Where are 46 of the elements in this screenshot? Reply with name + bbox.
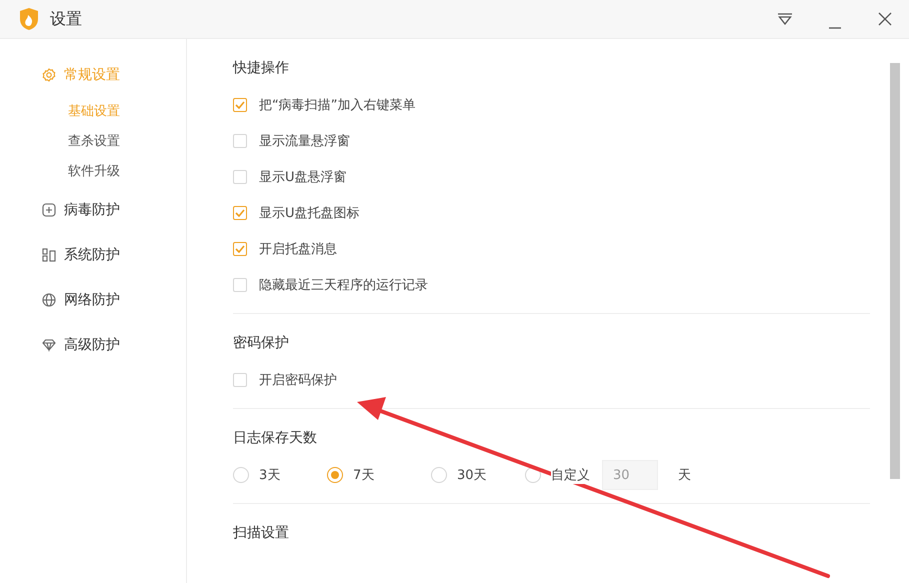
close-icon	[878, 12, 892, 26]
checkbox[interactable]	[233, 98, 247, 112]
section-heading: 扫描设置	[233, 524, 290, 542]
checkbox[interactable]	[233, 206, 247, 220]
checkbox[interactable]	[233, 134, 247, 148]
sidebar-item-label: 网络防护	[64, 291, 120, 309]
radio-label: 自定义	[551, 466, 590, 484]
checkbox-label: 显示流量悬浮窗	[259, 133, 350, 150]
checkbox-label: 显示U盘托盘图标	[259, 205, 360, 222]
checkbox-label: 开启托盘消息	[259, 241, 337, 258]
sidebar-item[interactable]: 系统防护	[0, 241, 186, 269]
scrollbar-thumb[interactable]	[890, 63, 900, 479]
radio-button[interactable]	[233, 467, 249, 483]
checkbox-label: 隐藏最近三天程序的运行记录	[259, 277, 428, 294]
sidebar-item-label: 系统防护	[64, 246, 120, 264]
blocks-icon	[42, 248, 56, 262]
sidebar-subitem[interactable]: 软件升级	[0, 160, 186, 184]
sidebar-item[interactable]: 病毒防护	[0, 196, 186, 224]
checkbox[interactable]	[233, 278, 247, 292]
sidebar-item-label: 常规设置	[64, 66, 120, 84]
checkbox[interactable]	[233, 170, 247, 184]
checkbox-label: 显示U盘悬浮窗	[259, 169, 347, 186]
checkbox[interactable]	[233, 242, 247, 256]
section-heading: 快捷操作	[233, 59, 290, 77]
section-heading: 日志保存天数	[233, 429, 318, 447]
minimize-icon	[828, 27, 842, 29]
sidebar-item[interactable]: 网络防护	[0, 286, 186, 314]
plus-square-icon	[42, 203, 56, 217]
window-title: 设置	[50, 8, 83, 30]
sidebar-item[interactable]: 高级防护	[0, 331, 186, 359]
radio-button[interactable]	[327, 467, 343, 483]
sidebar-item-label: 病毒防护	[64, 201, 120, 219]
dropdown-icon	[777, 13, 793, 25]
unit-label: 天	[678, 467, 691, 484]
radio-button[interactable]	[525, 467, 541, 483]
checkbox[interactable]	[233, 373, 247, 387]
diamond-icon	[42, 338, 56, 352]
checkbox-label: 开启密码保护	[259, 372, 337, 389]
checkbox-label: 把“病毒扫描”加入右键菜单	[259, 97, 416, 114]
section-heading: 密码保护	[233, 334, 290, 352]
shield-logo-icon	[18, 7, 40, 31]
radio-button[interactable]	[431, 467, 447, 483]
sidebar-subitem[interactable]: 查杀设置	[0, 130, 186, 154]
globe-icon	[42, 293, 56, 307]
sidebar-item-label: 高级防护	[64, 336, 120, 354]
settings-icon	[42, 68, 56, 82]
